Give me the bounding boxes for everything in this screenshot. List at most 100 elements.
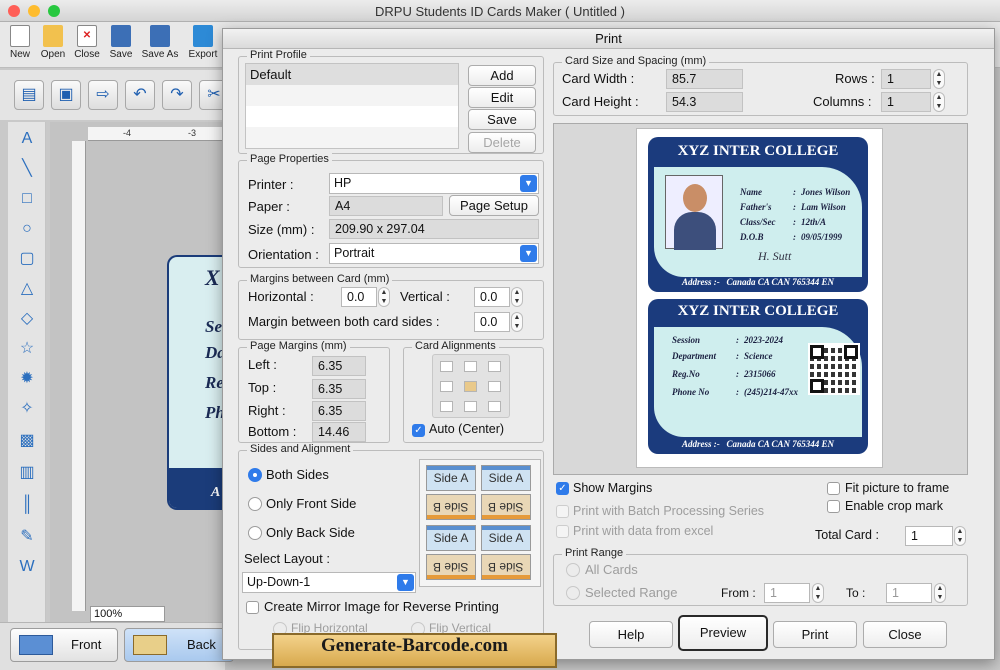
triangle-tool-icon[interactable]: △ xyxy=(13,276,41,302)
barcode-tool-icon[interactable]: ║ xyxy=(13,492,41,518)
library-tool-icon[interactable]: ▥ xyxy=(13,460,41,486)
align-bottom-left[interactable] xyxy=(440,401,453,412)
horizontal-margin-input[interactable]: 0.0 xyxy=(341,287,377,307)
batch-processing-checkbox[interactable] xyxy=(556,505,569,518)
front-side-button[interactable]: Front xyxy=(10,628,118,662)
left-margin-field[interactable]: 6.35 xyxy=(312,356,366,376)
orientation-select[interactable]: Portrait ▼ xyxy=(329,243,539,264)
diamond-tool-icon[interactable]: ◇ xyxy=(13,306,41,332)
help-button[interactable]: Help xyxy=(589,621,673,648)
card-width-field[interactable]: 85.7 xyxy=(666,69,743,89)
open-button[interactable]: Open xyxy=(36,25,70,60)
shape-tool-icon[interactable]: ✧ xyxy=(13,396,41,422)
new-button[interactable]: New xyxy=(3,25,37,60)
save-profile-button[interactable]: Save xyxy=(468,109,536,130)
save-button[interactable]: Save xyxy=(104,25,138,60)
rows-field[interactable]: 1 xyxy=(881,69,931,89)
paper-field: A4 xyxy=(329,196,443,216)
export-button[interactable]: Export xyxy=(186,25,220,60)
zoom-level[interactable]: 100% xyxy=(90,606,165,622)
back-only-radio[interactable] xyxy=(248,526,262,540)
chevron-down-icon: ▼ xyxy=(520,245,537,262)
crop-mark-checkbox[interactable] xyxy=(827,500,840,513)
align-top-right[interactable] xyxy=(488,361,501,372)
align-middle-left[interactable] xyxy=(440,381,453,392)
rounded-rect-tool-icon[interactable]: ▢ xyxy=(13,246,41,272)
close-dialog-button[interactable]: Close xyxy=(863,621,947,648)
back-address: Address :- Canada CA CAN 765344 EN xyxy=(681,439,835,449)
range-from-input[interactable]: 1 xyxy=(764,583,810,603)
id-card-back: XYZ INTER COLLEGE Session : 2023-2024 De… xyxy=(648,299,868,454)
signature-tool-icon[interactable]: ✎ xyxy=(13,524,41,550)
import-icon[interactable]: ⇨ xyxy=(88,80,118,110)
mirror-image-checkbox[interactable] xyxy=(246,601,259,614)
front-address: Address :- Canada CA CAN 765344 EN xyxy=(681,277,835,287)
selected-range-radio[interactable] xyxy=(566,586,580,600)
horizontal-stepper[interactable]: ▲ ▼ xyxy=(378,287,390,307)
total-card-input[interactable]: 1 xyxy=(905,526,953,546)
align-bottom-right[interactable] xyxy=(488,401,501,412)
auto-center-checkbox[interactable]: ✓ xyxy=(412,424,425,437)
print-button[interactable]: Print xyxy=(773,621,857,648)
range-to-stepper[interactable]: ▲ ▼ xyxy=(934,583,946,603)
layout-select[interactable]: Up-Down-1 ▼ xyxy=(242,572,416,593)
range-to-input[interactable]: 1 xyxy=(886,583,932,603)
align-top-center[interactable] xyxy=(464,361,477,372)
front-only-radio[interactable] xyxy=(248,497,262,511)
design-card-preview[interactable]: X Se Da Re Ph A xyxy=(167,255,227,510)
bottom-margin-field[interactable]: 14.46 xyxy=(312,422,366,442)
line-tool-icon[interactable]: ╲ xyxy=(13,156,41,182)
top-margin-field[interactable]: 6.35 xyxy=(312,379,366,399)
watermark-banner: Generate-Barcode.com xyxy=(272,633,557,668)
rectangle-tool-icon[interactable]: □ xyxy=(13,186,41,212)
burst-tool-icon[interactable]: ✹ xyxy=(13,366,41,392)
close-button[interactable]: ✕ Close xyxy=(70,25,104,60)
align-top-left[interactable] xyxy=(440,361,453,372)
text-tool-icon[interactable]: A xyxy=(13,126,41,152)
edit-profile-button[interactable]: Edit xyxy=(468,87,536,108)
sides-alignment-group: Sides and Alignment Both Sides Only Fron… xyxy=(238,443,544,650)
star-tool-icon[interactable]: ☆ xyxy=(13,336,41,362)
delete-profile-button[interactable]: Delete xyxy=(468,132,536,153)
both-sides-radio[interactable] xyxy=(248,468,262,482)
card-side-bar: Front Back xyxy=(0,622,234,670)
drawing-tools-panel: A ╲ □ ○ ▢ △ ◇ ☆ ✹ ✧ ▩ ▥ ║ ✎ W xyxy=(8,122,46,622)
ellipse-tool-icon[interactable]: ○ xyxy=(13,216,41,242)
right-margin-field[interactable]: 6.35 xyxy=(312,401,366,421)
align-center[interactable] xyxy=(464,381,477,392)
total-card-stepper[interactable]: ▲ ▼ xyxy=(954,526,966,546)
range-from-stepper[interactable]: ▲ ▼ xyxy=(812,583,824,603)
undo-icon[interactable]: ↶ xyxy=(125,80,155,110)
align-middle-right[interactable] xyxy=(488,381,501,392)
list-item[interactable]: Default xyxy=(246,64,458,85)
vertical-stepper[interactable]: ▲ ▼ xyxy=(511,287,523,307)
document-icon[interactable]: ▤ xyxy=(14,80,44,110)
add-profile-button[interactable]: Add xyxy=(468,65,536,86)
preview-button[interactable]: Preview xyxy=(678,615,768,651)
rows-stepper[interactable]: ▲ ▼ xyxy=(933,69,945,89)
id-card-front: XYZ INTER COLLEGE Name : Jones Wilson Fa… xyxy=(648,137,868,292)
watermark-tool-icon[interactable]: W xyxy=(13,554,41,580)
back-side-button[interactable]: Back xyxy=(124,628,234,662)
preview-page: XYZ INTER COLLEGE Name : Jones Wilson Fa… xyxy=(636,128,883,468)
both-sides-stepper[interactable]: ▲ ▼ xyxy=(511,312,523,332)
columns-stepper[interactable]: ▲ ▼ xyxy=(933,92,945,112)
app-title: DRPU Students ID Cards Maker ( Untitled … xyxy=(375,4,625,19)
show-margins-checkbox[interactable]: ✓ xyxy=(556,482,569,495)
align-bottom-center[interactable] xyxy=(464,401,477,412)
columns-field[interactable]: 1 xyxy=(881,92,931,112)
picture-tool-icon[interactable]: ▩ xyxy=(13,428,41,454)
redo-icon[interactable]: ↷ xyxy=(162,80,192,110)
image-icon[interactable]: ▣ xyxy=(51,80,81,110)
card-height-field[interactable]: 54.3 xyxy=(666,92,743,112)
excel-data-checkbox[interactable] xyxy=(556,525,569,538)
printer-select[interactable]: HP ▼ xyxy=(329,173,539,194)
save-as-button[interactable]: Save As xyxy=(139,25,181,60)
vertical-margin-input[interactable]: 0.0 xyxy=(474,287,510,307)
both-sides-margin-input[interactable]: 0.0 xyxy=(474,312,510,332)
card-size-group: Card Size and Spacing (mm) Card Width : … xyxy=(553,55,968,116)
profile-list[interactable]: Default xyxy=(245,63,459,149)
all-cards-radio[interactable] xyxy=(566,563,580,577)
fit-picture-checkbox[interactable] xyxy=(827,482,840,495)
page-setup-button[interactable]: Page Setup xyxy=(449,195,539,216)
